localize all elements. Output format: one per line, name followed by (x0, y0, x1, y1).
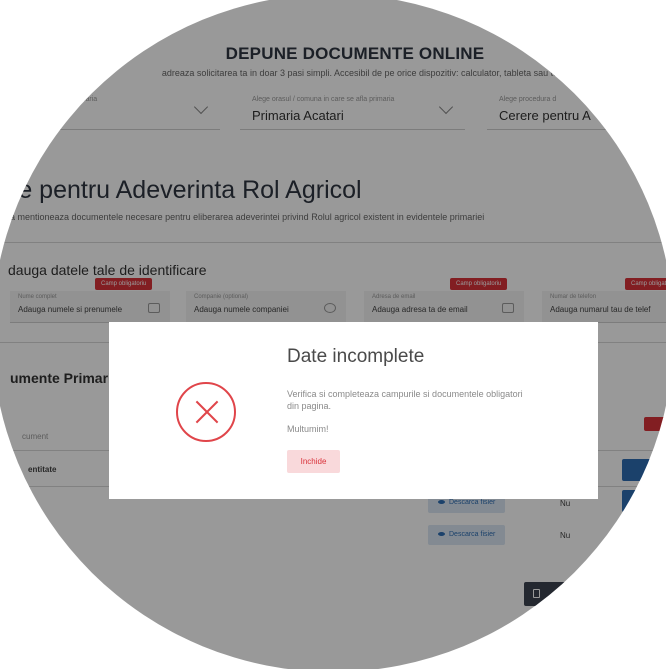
error-x-icon (176, 382, 236, 442)
circular-viewport: DEPUNE DOCUMENTE ONLINE adreaza solicita… (0, 0, 666, 669)
close-button[interactable]: Inchide (287, 450, 340, 473)
modal-title: Date incomplete (287, 346, 425, 367)
modal-thanks: Multumim! (287, 424, 329, 434)
modal-message: Verifica si completeaza campurile si doc… (287, 389, 523, 411)
page: DEPUNE DOCUMENTE ONLINE adreaza solicita… (0, 0, 666, 669)
